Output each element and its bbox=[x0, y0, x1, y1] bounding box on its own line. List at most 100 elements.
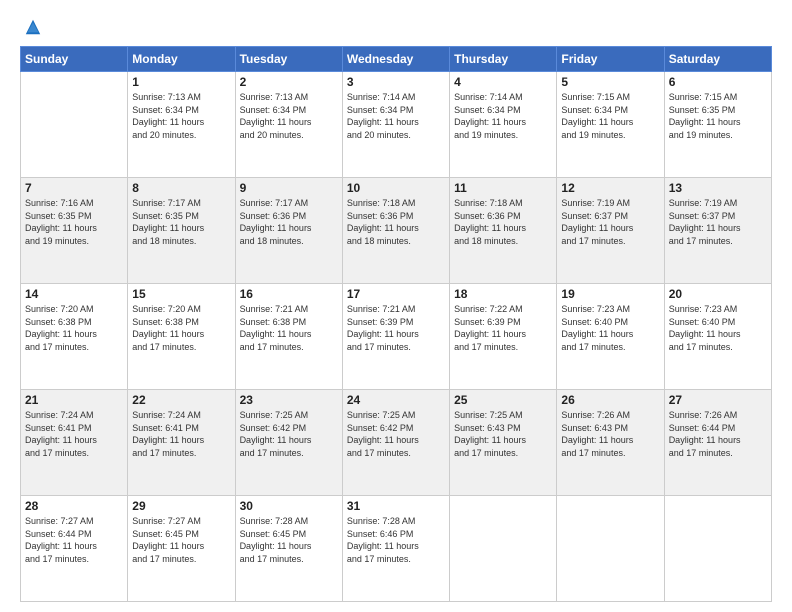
day-info: Sunrise: 7:14 AM Sunset: 6:34 PM Dayligh… bbox=[454, 91, 552, 141]
day-info: Sunrise: 7:14 AM Sunset: 6:34 PM Dayligh… bbox=[347, 91, 445, 141]
day-cell-26: 26Sunrise: 7:26 AM Sunset: 6:43 PM Dayli… bbox=[557, 390, 664, 496]
day-cell-30: 30 Sunrise: 7:28 AM Sunset: 6:45 PM Dayli… bbox=[235, 496, 342, 602]
day-info: Sunrise: 7:20 AM Sunset: 6:38 PM Dayligh… bbox=[25, 303, 123, 353]
day-cell-6: 6 Sunrise: 7:15 AM Sunset: 6:35 PM Daylig… bbox=[664, 72, 771, 178]
day-info: Sunrise: 7:16 AM Sunset: 6:35 PM Dayligh… bbox=[25, 197, 123, 247]
day-number: 4 bbox=[454, 75, 552, 89]
day-cell-2: 2 Sunrise: 7:13 AM Sunset: 6:34 PM Daylig… bbox=[235, 72, 342, 178]
day-cell-17: 17Sunrise: 7:21 AM Sunset: 6:39 PM Dayli… bbox=[342, 284, 449, 390]
day-number: 24 bbox=[347, 393, 445, 407]
day-number: 15 bbox=[132, 287, 230, 301]
day-number: 10 bbox=[347, 181, 445, 195]
weekday-header-monday: Monday bbox=[128, 47, 235, 72]
day-cell-19: 19Sunrise: 7:23 AM Sunset: 6:40 PM Dayli… bbox=[557, 284, 664, 390]
day-number: 23 bbox=[240, 393, 338, 407]
day-number: 16 bbox=[240, 287, 338, 301]
day-cell-21: 21 Sunrise: 7:24 AM Sunset: 6:41 PM Dayli… bbox=[21, 390, 128, 496]
weekday-header-wednesday: Wednesday bbox=[342, 47, 449, 72]
day-info: Sunrise: 7:27 AM Sunset: 6:44 PM Dayligh… bbox=[25, 515, 123, 565]
day-info: Sunrise: 7:13 AM Sunset: 6:34 PM Dayligh… bbox=[240, 91, 338, 141]
day-cell-14: 14Sunrise: 7:20 AM Sunset: 6:38 PM Dayli… bbox=[21, 284, 128, 390]
empty-cell bbox=[557, 496, 664, 602]
day-info: Sunrise: 7:28 AM Sunset: 6:45 PM Dayligh… bbox=[240, 515, 338, 565]
week-row-5: 28 Sunrise: 7:27 AM Sunset: 6:44 PM Dayli… bbox=[21, 496, 772, 602]
weekday-header-saturday: Saturday bbox=[664, 47, 771, 72]
day-info: Sunrise: 7:24 AM Sunset: 6:41 PM Dayligh… bbox=[25, 409, 123, 459]
day-info: Sunrise: 7:25 AM Sunset: 6:43 PM Dayligh… bbox=[454, 409, 552, 459]
day-number: 30 bbox=[240, 499, 338, 513]
day-number: 18 bbox=[454, 287, 552, 301]
day-cell-3: 3 Sunrise: 7:14 AM Sunset: 6:34 PM Daylig… bbox=[342, 72, 449, 178]
day-number: 27 bbox=[669, 393, 767, 407]
header bbox=[20, 18, 772, 36]
day-cell-18: 18Sunrise: 7:22 AM Sunset: 6:39 PM Dayli… bbox=[450, 284, 557, 390]
day-cell-13: 13Sunrise: 7:19 AM Sunset: 6:37 PM Dayli… bbox=[664, 178, 771, 284]
day-number: 19 bbox=[561, 287, 659, 301]
day-cell-11: 11 Sunrise: 7:18 AM Sunset: 6:36 PM Dayli… bbox=[450, 178, 557, 284]
day-number: 2 bbox=[240, 75, 338, 89]
day-number: 22 bbox=[132, 393, 230, 407]
day-cell-28: 28 Sunrise: 7:27 AM Sunset: 6:44 PM Dayli… bbox=[21, 496, 128, 602]
day-cell-22: 22Sunrise: 7:24 AM Sunset: 6:41 PM Dayli… bbox=[128, 390, 235, 496]
day-info: Sunrise: 7:27 AM Sunset: 6:45 PM Dayligh… bbox=[132, 515, 230, 565]
day-info: Sunrise: 7:25 AM Sunset: 6:42 PM Dayligh… bbox=[240, 409, 338, 459]
day-cell-29: 29 Sunrise: 7:27 AM Sunset: 6:45 PM Dayli… bbox=[128, 496, 235, 602]
day-number: 26 bbox=[561, 393, 659, 407]
day-number: 28 bbox=[25, 499, 123, 513]
week-row-2: 7 Sunrise: 7:16 AM Sunset: 6:35 PM Daylig… bbox=[21, 178, 772, 284]
logo bbox=[20, 18, 42, 36]
day-number: 8 bbox=[132, 181, 230, 195]
day-cell-10: 10 Sunrise: 7:18 AM Sunset: 6:36 PM Dayli… bbox=[342, 178, 449, 284]
day-number: 29 bbox=[132, 499, 230, 513]
day-number: 21 bbox=[25, 393, 123, 407]
day-number: 11 bbox=[454, 181, 552, 195]
logo-icon bbox=[24, 18, 42, 36]
week-row-1: 1 Sunrise: 7:13 AM Sunset: 6:34 PM Daylig… bbox=[21, 72, 772, 178]
day-number: 25 bbox=[454, 393, 552, 407]
empty-cell bbox=[664, 496, 771, 602]
week-row-4: 21 Sunrise: 7:24 AM Sunset: 6:41 PM Dayli… bbox=[21, 390, 772, 496]
day-number: 20 bbox=[669, 287, 767, 301]
day-info: Sunrise: 7:23 AM Sunset: 6:40 PM Dayligh… bbox=[669, 303, 767, 353]
weekday-header-row: SundayMondayTuesdayWednesdayThursdayFrid… bbox=[21, 47, 772, 72]
day-cell-23: 23 Sunrise: 7:25 AM Sunset: 6:42 PM Dayli… bbox=[235, 390, 342, 496]
day-info: Sunrise: 7:17 AM Sunset: 6:36 PM Dayligh… bbox=[240, 197, 338, 247]
day-number: 7 bbox=[25, 181, 123, 195]
day-info: Sunrise: 7:21 AM Sunset: 6:39 PM Dayligh… bbox=[347, 303, 445, 353]
page: SundayMondayTuesdayWednesdayThursdayFrid… bbox=[0, 0, 792, 612]
day-cell-25: 25 Sunrise: 7:25 AM Sunset: 6:43 PM Dayli… bbox=[450, 390, 557, 496]
day-info: Sunrise: 7:21 AM Sunset: 6:38 PM Dayligh… bbox=[240, 303, 338, 353]
weekday-header-friday: Friday bbox=[557, 47, 664, 72]
day-cell-16: 16 Sunrise: 7:21 AM Sunset: 6:38 PM Dayli… bbox=[235, 284, 342, 390]
day-info: Sunrise: 7:18 AM Sunset: 6:36 PM Dayligh… bbox=[347, 197, 445, 247]
day-info: Sunrise: 7:25 AM Sunset: 6:42 PM Dayligh… bbox=[347, 409, 445, 459]
day-number: 1 bbox=[132, 75, 230, 89]
day-cell-4: 4 Sunrise: 7:14 AM Sunset: 6:34 PM Daylig… bbox=[450, 72, 557, 178]
day-info: Sunrise: 7:20 AM Sunset: 6:38 PM Dayligh… bbox=[132, 303, 230, 353]
day-number: 31 bbox=[347, 499, 445, 513]
day-cell-27: 27 Sunrise: 7:26 AM Sunset: 6:44 PM Dayli… bbox=[664, 390, 771, 496]
weekday-header-tuesday: Tuesday bbox=[235, 47, 342, 72]
day-info: Sunrise: 7:17 AM Sunset: 6:35 PM Dayligh… bbox=[132, 197, 230, 247]
calendar-table: SundayMondayTuesdayWednesdayThursdayFrid… bbox=[20, 46, 772, 602]
day-info: Sunrise: 7:18 AM Sunset: 6:36 PM Dayligh… bbox=[454, 197, 552, 247]
day-cell-31: 31 Sunrise: 7:28 AM Sunset: 6:46 PM Dayli… bbox=[342, 496, 449, 602]
day-number: 5 bbox=[561, 75, 659, 89]
week-row-3: 14Sunrise: 7:20 AM Sunset: 6:38 PM Dayli… bbox=[21, 284, 772, 390]
day-cell-24: 24 Sunrise: 7:25 AM Sunset: 6:42 PM Dayli… bbox=[342, 390, 449, 496]
day-cell-8: 8 Sunrise: 7:17 AM Sunset: 6:35 PM Daylig… bbox=[128, 178, 235, 284]
day-number: 13 bbox=[669, 181, 767, 195]
day-info: Sunrise: 7:19 AM Sunset: 6:37 PM Dayligh… bbox=[561, 197, 659, 247]
day-cell-5: 5Sunrise: 7:15 AM Sunset: 6:34 PM Daylig… bbox=[557, 72, 664, 178]
weekday-header-sunday: Sunday bbox=[21, 47, 128, 72]
day-cell-12: 12 Sunrise: 7:19 AM Sunset: 6:37 PM Dayli… bbox=[557, 178, 664, 284]
day-info: Sunrise: 7:28 AM Sunset: 6:46 PM Dayligh… bbox=[347, 515, 445, 565]
day-number: 12 bbox=[561, 181, 659, 195]
day-info: Sunrise: 7:26 AM Sunset: 6:44 PM Dayligh… bbox=[669, 409, 767, 459]
day-number: 3 bbox=[347, 75, 445, 89]
day-cell-15: 15 Sunrise: 7:20 AM Sunset: 6:38 PM Dayli… bbox=[128, 284, 235, 390]
day-info: Sunrise: 7:15 AM Sunset: 6:35 PM Dayligh… bbox=[669, 91, 767, 141]
empty-cell bbox=[21, 72, 128, 178]
day-cell-20: 20 Sunrise: 7:23 AM Sunset: 6:40 PM Dayli… bbox=[664, 284, 771, 390]
day-number: 6 bbox=[669, 75, 767, 89]
